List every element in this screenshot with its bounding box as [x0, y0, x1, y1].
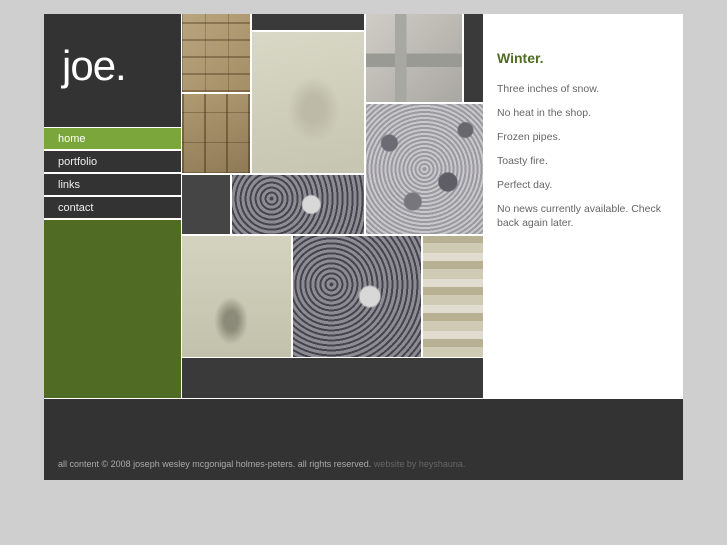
- gallery-tile-wood-blocks[interactable]: [181, 14, 250, 92]
- gallery-tile-striped-texture[interactable]: [422, 235, 483, 357]
- nav-item-links[interactable]: links: [44, 173, 181, 195]
- news-heading: Winter.: [497, 50, 544, 66]
- nav-item-home[interactable]: home: [44, 127, 181, 149]
- news-line: Toasty fire.: [497, 155, 548, 167]
- gallery-tile-dark-square: [181, 174, 230, 234]
- news-line: Three inches of snow.: [497, 83, 600, 95]
- footer: all content © 2008 joseph wesley mcgonig…: [44, 398, 683, 480]
- page-container: joe. home portfolio links contact Winter…: [44, 14, 683, 480]
- news-line: No heat in the shop.: [497, 107, 591, 119]
- news-status: No news currently available. Check back …: [497, 203, 661, 229]
- gallery-tile-wood-grid[interactable]: [181, 93, 250, 173]
- news-panel: Winter. Three inches of snow. No heat in…: [497, 46, 667, 240]
- nav-label: links: [58, 179, 81, 191]
- site-logo[interactable]: joe.: [44, 14, 181, 127]
- gallery-tile-crushed-material[interactable]: [251, 31, 364, 173]
- gallery-tile-dark-narrow: [463, 14, 483, 102]
- nav-label: home: [58, 133, 86, 145]
- gallery-tile-white-models[interactable]: [365, 14, 462, 102]
- gallery-tile-model-on-gravel[interactable]: [292, 235, 421, 357]
- nav-item-contact[interactable]: contact: [44, 196, 181, 218]
- news-line: Frozen pipes.: [497, 131, 561, 143]
- footer-credit-link[interactable]: website by heyshauna.: [374, 459, 466, 469]
- gallery-tile-gravel-model[interactable]: [231, 174, 364, 234]
- nav-fill-panel: [44, 219, 181, 398]
- gallery-tile-dark-strip: [251, 14, 364, 30]
- gallery-tile-gravel-texture[interactable]: [365, 103, 483, 234]
- footer-text: all content © 2008 joseph wesley mcgonig…: [58, 459, 465, 469]
- nav-label: contact: [58, 202, 94, 214]
- news-line: Perfect day.: [497, 179, 553, 191]
- gallery-tile-plaster-fragments[interactable]: [181, 235, 291, 357]
- gallery-dark-base: [181, 357, 483, 398]
- nav-label: portfolio: [58, 156, 98, 168]
- logo-text: joe.: [62, 42, 127, 89]
- footer-copyright: all content © 2008 joseph wesley mcgonig…: [58, 459, 372, 469]
- nav-item-portfolio[interactable]: portfolio: [44, 150, 181, 172]
